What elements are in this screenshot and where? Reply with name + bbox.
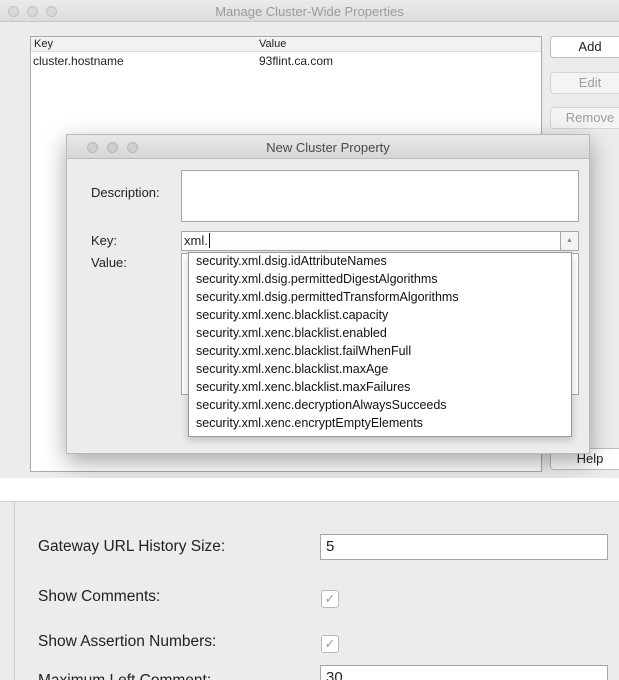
suggestion-item[interactable]: security.xml.xenc.decryptionAlwaysSuccee… xyxy=(196,398,447,415)
checkmark-icon: ✓ xyxy=(324,636,336,651)
screenshot-separator xyxy=(0,478,619,501)
key-suggestions-popup[interactable]: security.xml.dsig.idAttributeNames secur… xyxy=(188,252,572,437)
row-value-cell: 93flint.ca.com xyxy=(259,54,334,68)
key-input-text: xml. xyxy=(184,233,208,248)
suggestion-item[interactable]: security.xml.xenc.blacklist.maxAge xyxy=(196,362,388,379)
dialog-titlebar: New Cluster Property xyxy=(67,135,589,159)
panel-divider xyxy=(14,502,15,680)
show-assertion-numbers-label: Show Assertion Numbers: xyxy=(38,633,217,650)
table-header: Key Value xyxy=(31,37,541,52)
show-comments-label: Show Comments: xyxy=(38,588,161,605)
column-header-value[interactable]: Value xyxy=(259,38,286,50)
max-left-comment-label: Maximum Left Comment: xyxy=(38,672,211,680)
window-title: Manage Cluster-Wide Properties xyxy=(215,4,404,19)
remove-button[interactable]: Remove xyxy=(550,107,619,129)
show-assertion-numbers-checkbox[interactable]: ✓ xyxy=(321,635,339,653)
suggestion-item[interactable]: security.xml.xenc.blacklist.failWhenFull xyxy=(196,344,411,361)
show-comments-checkbox[interactable]: ✓ xyxy=(321,590,339,608)
checkmark-icon: ✓ xyxy=(324,591,336,606)
combo-arrow-icon[interactable]: ▲ xyxy=(560,231,579,251)
suggestion-item[interactable]: security.xml.dsig.permittedDigestAlgorit… xyxy=(196,272,438,289)
manage-cluster-properties-window: Manage Cluster-Wide Properties Key Value… xyxy=(0,0,619,478)
max-left-comment-input[interactable]: 30 xyxy=(320,665,608,680)
edit-button[interactable]: Edit xyxy=(550,72,619,94)
suggestion-item[interactable]: security.xml.xenc.encryptEmptyElements xyxy=(196,416,423,433)
dialog-title: New Cluster Property xyxy=(266,140,390,155)
key-label: Key: xyxy=(91,233,118,248)
description-field[interactable] xyxy=(181,170,579,222)
column-header-key[interactable]: Key xyxy=(34,38,53,50)
suggestion-item[interactable]: security.xml.xenc.blacklist.capacity xyxy=(196,308,388,325)
window-titlebar: Manage Cluster-Wide Properties xyxy=(0,0,619,22)
row-key-cell: cluster.hostname xyxy=(33,54,124,68)
preferences-panel: Gateway URL History Size: 5 Show Comment… xyxy=(0,501,619,680)
gateway-url-history-input[interactable]: 5 xyxy=(320,534,608,560)
table-row[interactable]: cluster.hostname 93flint.ca.com xyxy=(31,53,541,68)
new-cluster-property-dialog: New Cluster Property Description: Key: x… xyxy=(66,134,590,454)
suggestion-item[interactable]: security.xml.xenc.blacklist.maxFailures xyxy=(196,380,410,397)
text-caret xyxy=(208,233,210,248)
suggestion-item[interactable]: security.xml.xenc.blacklist.enabled xyxy=(196,326,387,343)
description-label: Description: xyxy=(91,185,160,200)
gateway-url-history-label: Gateway URL History Size: xyxy=(38,538,226,555)
key-input[interactable]: xml. xyxy=(181,231,579,251)
suggestion-item[interactable]: security.xml.dsig.permittedTransformAlgo… xyxy=(196,290,459,307)
value-label: Value: xyxy=(91,255,127,270)
add-button[interactable]: Add xyxy=(550,36,619,58)
suggestion-item[interactable]: security.xml.dsig.idAttributeNames xyxy=(196,254,387,271)
